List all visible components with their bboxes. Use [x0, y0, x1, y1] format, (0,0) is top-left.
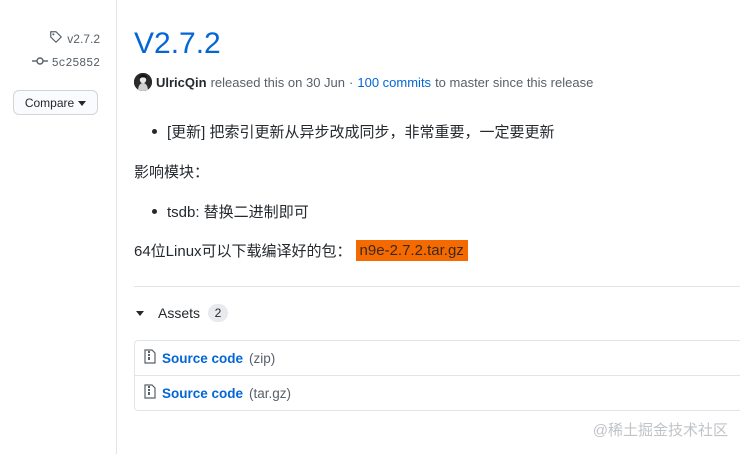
release-meta: UlricQin released this on 30 Jun · 100 c… — [134, 73, 593, 91]
asset-ext: (zip) — [249, 350, 276, 366]
list-item: [更新] 把索引更新从异步改成同步，非常重要，一定要更新 — [152, 121, 555, 142]
git-commit-icon — [31, 56, 48, 70]
tag-link[interactable]: v2.7.2 — [49, 30, 100, 47]
asset-ext: (tar.gz) — [249, 385, 292, 401]
assets-label: Assets — [158, 305, 201, 321]
tag-icon — [49, 30, 63, 47]
commit-hash: 5c25852 — [51, 56, 100, 70]
note-paragraph-2: 64位Linux可以下载编译好的包： n9e-2.7.2.tar.gz — [134, 240, 468, 261]
file-zip-icon — [144, 384, 156, 402]
download-prefix: 64位Linux可以下载编译好的包： — [134, 243, 352, 260]
commit-link[interactable]: 5c25852 — [31, 56, 100, 70]
commits-suffix: to master since this release — [435, 74, 594, 90]
list-item: tsdb: 替换二进制即可 — [152, 201, 309, 222]
sidebar-divider — [116, 0, 117, 454]
package-filename: n9e-2.7.2.tar.gz — [355, 240, 468, 261]
release-title[interactable]: V2.7.2 — [134, 24, 221, 64]
commits-link[interactable]: 100 commits — [357, 75, 431, 90]
meta-separator: · — [349, 74, 354, 90]
watermark: @稀土掘金技术社区 — [592, 422, 728, 439]
released-text: released this on 30 Jun — [210, 74, 346, 90]
asset-row-zip[interactable]: Source code (zip) — [135, 341, 740, 375]
assets-toggle[interactable]: Assets 2 — [134, 304, 229, 322]
bullet-dot — [152, 129, 157, 134]
note-bullet-2: tsdb: 替换二进制即可 — [167, 204, 309, 221]
caret-down-icon — [136, 310, 144, 316]
author-link[interactable]: UlricQin — [156, 75, 207, 90]
tag-label: v2.7.2 — [67, 31, 100, 46]
chevron-down-icon — [78, 96, 87, 110]
asset-name[interactable]: Source code — [162, 351, 243, 366]
section-divider — [134, 286, 740, 287]
compare-button[interactable]: Compare — [13, 90, 98, 115]
release-sidebar: v2.7.2 5c25852 Compare — [0, 0, 116, 454]
bullet-dot — [152, 209, 157, 214]
asset-row-targz[interactable]: Source code (tar.gz) — [135, 375, 740, 410]
assets-count-badge: 2 — [208, 304, 229, 322]
note-bullet-1: [更新] 把索引更新从异步改成同步，非常重要，一定要更新 — [167, 124, 555, 141]
compare-label: Compare — [24, 95, 75, 110]
avatar[interactable] — [134, 73, 152, 91]
note-paragraph-1: 影响模块： — [134, 164, 210, 181]
asset-name[interactable]: Source code — [162, 386, 243, 401]
file-zip-icon — [144, 349, 156, 367]
assets-list: Source code (zip) Source code (tar.gz) — [134, 340, 740, 411]
